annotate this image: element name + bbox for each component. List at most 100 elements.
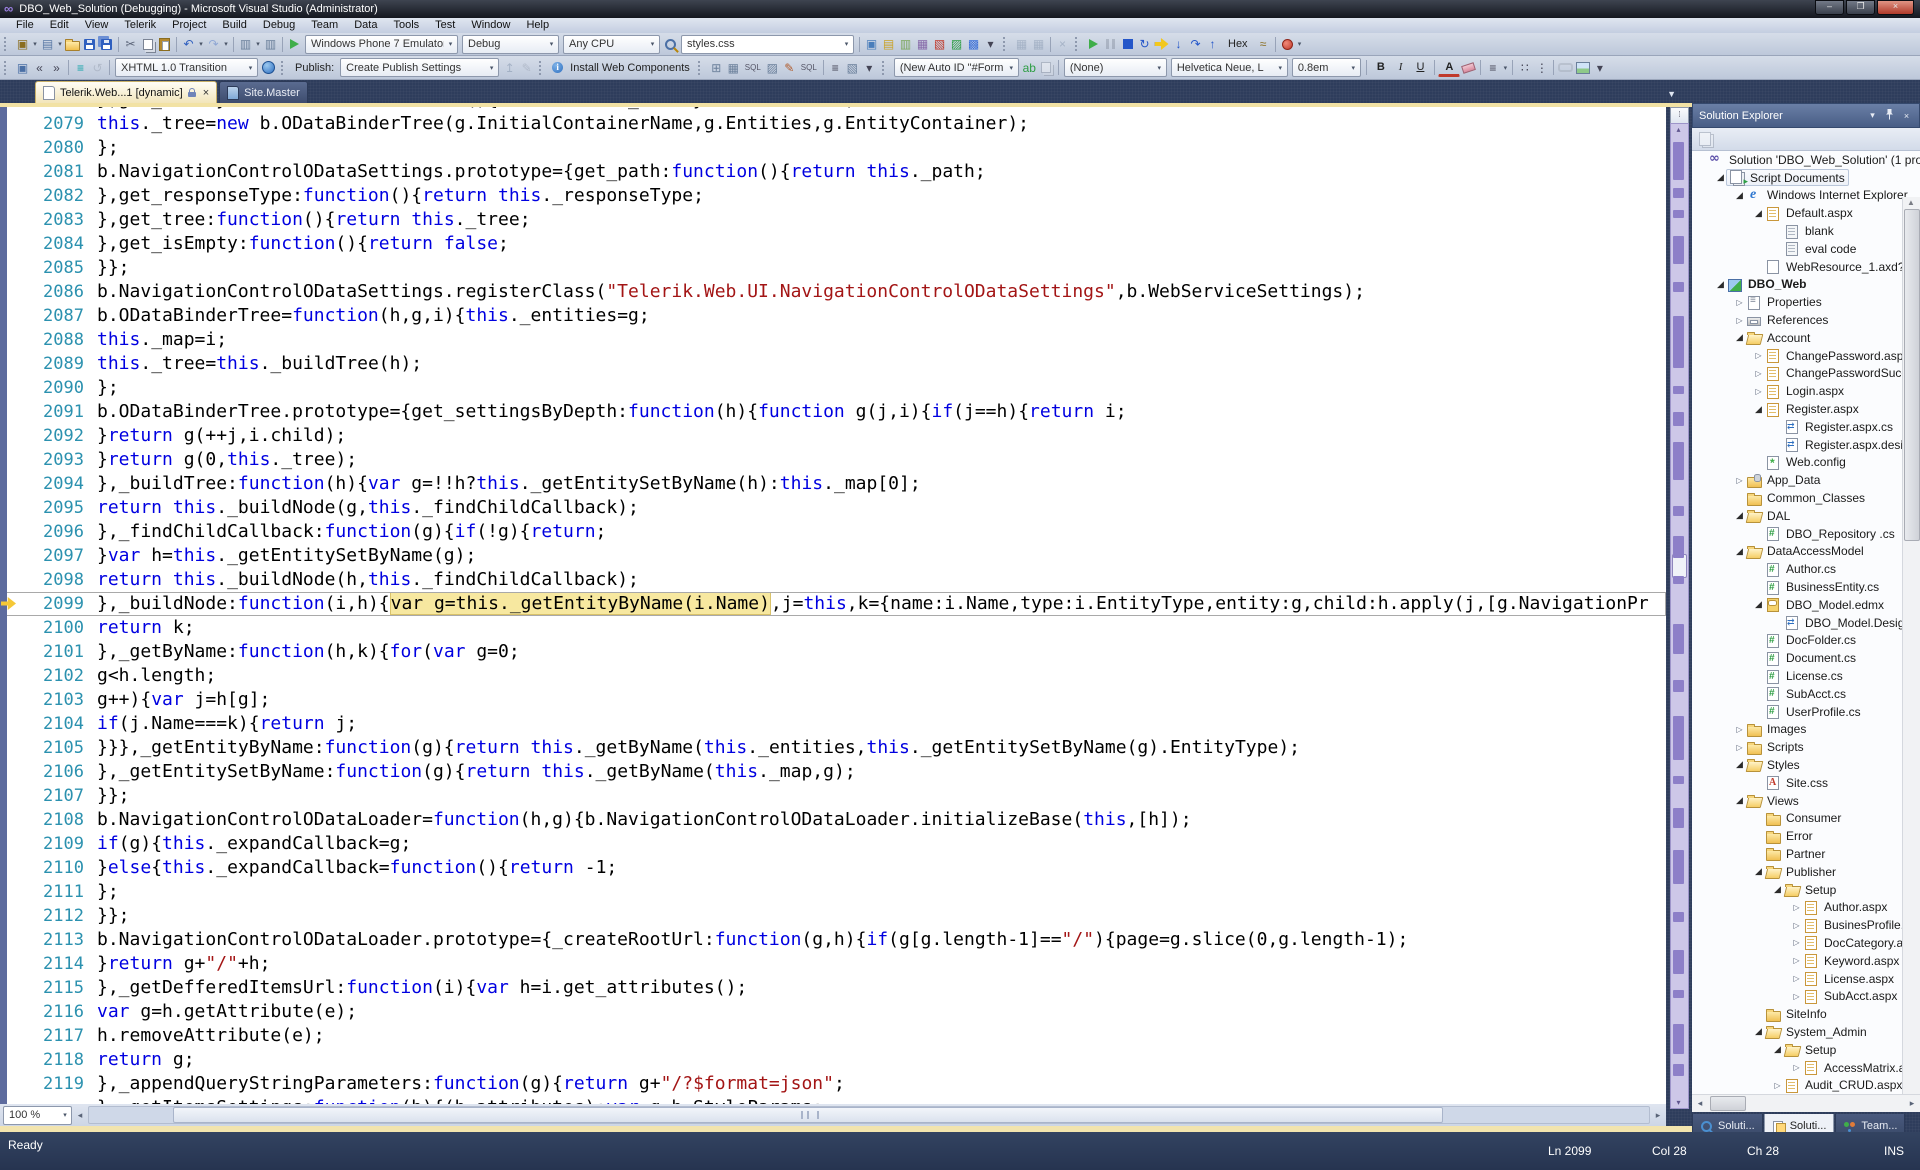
- start-page-icon[interactable]: ▨: [948, 35, 965, 53]
- tree-item-subacct-aspx[interactable]: ▷SubAcct.aspx: [1692, 987, 1920, 1005]
- new-project-icon[interactable]: ▣: [14, 35, 31, 53]
- tree-item-siteinfo[interactable]: SiteInfo: [1692, 1005, 1920, 1023]
- font-size-combo[interactable]: 0.8em▾: [1292, 58, 1361, 77]
- tree-item-accessmatrix-aspx[interactable]: ▷AccessMatrix.aspx: [1692, 1059, 1920, 1077]
- expander-collapsed-icon[interactable]: ▷: [1772, 1081, 1783, 1090]
- breakpoints-window-icon-group[interactable]: ▾: [1279, 35, 1304, 53]
- menu-help[interactable]: Help: [518, 18, 557, 33]
- find-in-files-icon[interactable]: [662, 35, 679, 53]
- save-icon[interactable]: [81, 35, 98, 53]
- expander-collapsed-icon[interactable]: ▷: [1791, 992, 1802, 1001]
- solution-configuration-combo[interactable]: Debug▾: [462, 35, 559, 54]
- tree-item-default-aspx[interactable]: ◢Default.aspx: [1692, 204, 1920, 222]
- expander-expanded-icon[interactable]: ◢: [1734, 190, 1745, 201]
- menu-file[interactable]: File: [8, 18, 42, 33]
- toolbar-grip[interactable]: [1075, 37, 1081, 51]
- foreground-color-button[interactable]: A: [1438, 59, 1460, 77]
- tree-item-error[interactable]: Error: [1692, 827, 1920, 845]
- tree-item-changepasswordsuccess-aspx[interactable]: ▷ChangePasswordSuccess.aspx: [1692, 365, 1920, 383]
- cut-icon[interactable]: ✂: [122, 35, 139, 53]
- toolbar-grip[interactable]: [882, 61, 888, 75]
- expander-collapsed-icon[interactable]: ▷: [1791, 903, 1802, 912]
- breakpoints-window-icon[interactable]: [1279, 35, 1296, 53]
- tree-item-register-aspx-cs[interactable]: Register.aspx.cs: [1692, 418, 1920, 436]
- window-position-icon[interactable]: ▾: [1866, 110, 1879, 121]
- minimize-button[interactable]: –: [1815, 0, 1844, 15]
- tree-item-audit-crud-aspx[interactable]: ▷Audit_CRUD.aspx: [1692, 1076, 1920, 1094]
- add-to-output-icon[interactable]: ≡: [827, 59, 844, 77]
- doctype-combo[interactable]: XHTML 1.0 Transition▾: [115, 58, 258, 77]
- verify-sql-icon[interactable]: ✎: [781, 59, 798, 77]
- tree-item-webresource-1-axd-d[interactable]: WebResource_1.axd?d=: [1692, 258, 1920, 276]
- properties-pages-icon[interactable]: [1698, 132, 1715, 147]
- tree-item-blank[interactable]: blank: [1692, 222, 1920, 240]
- alignment-icon[interactable]: ≡: [1484, 59, 1501, 77]
- continue-icon[interactable]: [1085, 35, 1102, 53]
- tree-item-properties[interactable]: ▷Properties: [1692, 293, 1920, 311]
- navigate-forward-icon[interactable]: ▥: [262, 35, 279, 53]
- tree-item-styles[interactable]: ◢Styles: [1692, 756, 1920, 774]
- tree-item-license-aspx[interactable]: ▷License.aspx: [1692, 970, 1920, 988]
- tree-item-common-classes[interactable]: Common_Classes: [1692, 489, 1920, 507]
- tree-item-author-aspx[interactable]: ▷Author.aspx: [1692, 898, 1920, 916]
- tree-item-author-cs[interactable]: Author.cs: [1692, 560, 1920, 578]
- expander-expanded-icon[interactable]: ◢: [1734, 759, 1745, 770]
- toolbar-grip[interactable]: [1003, 37, 1009, 51]
- tree-item-consumer[interactable]: Consumer: [1692, 809, 1920, 827]
- expander-expanded-icon[interactable]: ◢: [1734, 332, 1745, 343]
- increase-indent-icon[interactable]: »: [48, 59, 65, 77]
- tree-item-system-admin[interactable]: ◢System_Admin: [1692, 1023, 1920, 1041]
- tree-item-publisher[interactable]: ◢Publisher: [1692, 863, 1920, 881]
- tree-vertical-scrollbar[interactable]: ▲ ▼: [1902, 197, 1920, 1094]
- solution-platform-combo[interactable]: Any CPU▾: [563, 35, 660, 54]
- start-debugging-icon[interactable]: [286, 35, 303, 53]
- highlight-eraser-icon[interactable]: [1460, 59, 1477, 77]
- tree-item-site-css[interactable]: Site.css: [1692, 774, 1920, 792]
- tree-item-userprofile-cs[interactable]: UserProfile.cs: [1692, 703, 1920, 721]
- extension-manager-icon[interactable]: ▩: [965, 35, 982, 53]
- tree-item-scripts[interactable]: ▷Scripts: [1692, 738, 1920, 756]
- find-combo[interactable]: styles.css▾: [681, 35, 854, 54]
- navigate-backward-icon[interactable]: ▥: [237, 35, 254, 53]
- close-button[interactable]: ×: [1877, 0, 1914, 15]
- expander-expanded-icon[interactable]: ◢: [1753, 1026, 1764, 1037]
- menu-team[interactable]: Team: [303, 18, 346, 33]
- expander-collapsed-icon[interactable]: ▷: [1791, 974, 1802, 983]
- tree-item-eval-code[interactable]: eval code: [1692, 240, 1920, 258]
- horizontal-scroll-track[interactable]: [88, 1106, 1650, 1124]
- bullet-list-icon[interactable]: ∷: [1516, 59, 1533, 77]
- menu-telerik[interactable]: Telerik: [116, 18, 164, 33]
- editor-zoom-combo[interactable]: 100 % ▾: [3, 1106, 72, 1125]
- expander-expanded-icon[interactable]: ◢: [1734, 510, 1745, 521]
- expander-collapsed-icon[interactable]: ▷: [1734, 476, 1745, 485]
- expander-collapsed-icon[interactable]: ▷: [1734, 316, 1745, 325]
- numbered-list-icon[interactable]: ⋮: [1533, 59, 1550, 77]
- image-icon[interactable]: [1574, 59, 1591, 77]
- tree-item-account[interactable]: ◢Account: [1692, 329, 1920, 347]
- hex-button[interactable]: Hex: [1221, 35, 1255, 54]
- tree-item-businessentity-cs[interactable]: BusinessEntity.cs: [1692, 578, 1920, 596]
- scroll-left-icon[interactable]: ◂: [72, 1110, 88, 1121]
- tree-item-dbo-repository-cs[interactable]: DBO_Repository .cs: [1692, 525, 1920, 543]
- tree-item-register-aspx[interactable]: ◢Register.aspx: [1692, 400, 1920, 418]
- tree-horizontal-scrollbar[interactable]: ◂ ▸: [1692, 1094, 1920, 1112]
- toolbar-options-icon[interactable]: ▾: [1591, 59, 1608, 77]
- check-page-icon[interactable]: [260, 59, 277, 77]
- bold-button[interactable]: B: [1370, 58, 1392, 77]
- undo-icon[interactable]: ↶: [180, 35, 197, 53]
- menu-tools[interactable]: Tools: [385, 18, 427, 33]
- tree-item-doccategory-aspx[interactable]: ▷DocCategory.aspx: [1692, 934, 1920, 952]
- deployment-target-combo[interactable]: Windows Phone 7 Emulator▾: [305, 35, 458, 54]
- expander-expanded-icon[interactable]: ◢: [1753, 404, 1764, 415]
- expander-collapsed-icon[interactable]: ▷: [1753, 351, 1764, 360]
- expander-collapsed-icon[interactable]: ▷: [1791, 1063, 1802, 1072]
- editor-horizontal-scrollbar[interactable]: 100 % ▾ ◂ ▸: [0, 1104, 1666, 1126]
- underline-button[interactable]: U: [1409, 58, 1431, 77]
- tree-item-web-config[interactable]: Web.config: [1692, 454, 1920, 472]
- quick-watch-icon[interactable]: ≈: [1255, 35, 1272, 53]
- tree-item-dataaccessmodel[interactable]: ◢DataAccessModel: [1692, 543, 1920, 561]
- menu-view[interactable]: View: [77, 18, 117, 33]
- tree-item-views[interactable]: ◢Views: [1692, 792, 1920, 810]
- tree-item-license-cs[interactable]: License.cs: [1692, 667, 1920, 685]
- expander-expanded-icon[interactable]: ◢: [1772, 1044, 1783, 1055]
